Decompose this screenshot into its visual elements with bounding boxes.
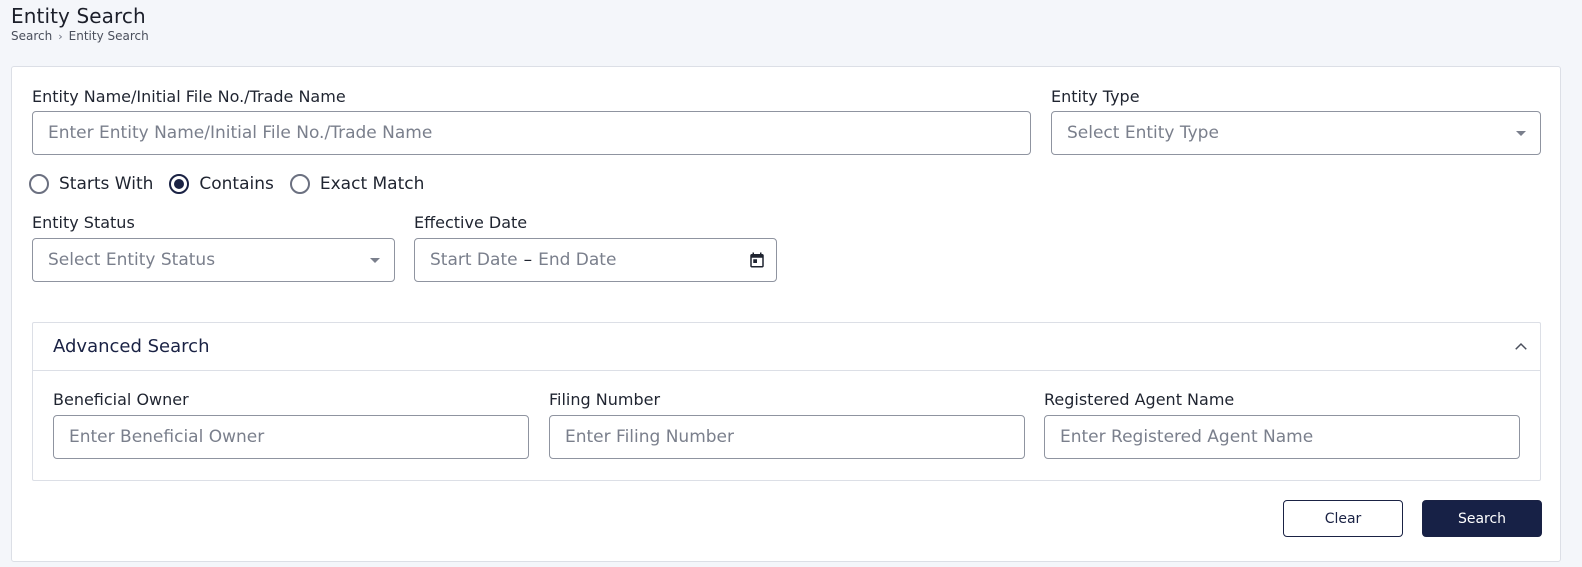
filing-number-label: Filing Number bbox=[549, 390, 661, 409]
page-title: Entity Search bbox=[11, 4, 146, 28]
entity-name-field[interactable] bbox=[32, 111, 1031, 155]
chevron-right-icon: › bbox=[58, 29, 63, 43]
entity-status-placeholder: Select Entity Status bbox=[48, 250, 216, 270]
radio-label: Contains bbox=[199, 174, 274, 194]
caret-down-icon bbox=[370, 258, 380, 263]
registered-agent-field[interactable] bbox=[1044, 415, 1520, 459]
entity-type-placeholder: Select Entity Type bbox=[1067, 123, 1219, 143]
registered-agent-input[interactable] bbox=[1060, 427, 1504, 447]
radio-label: Starts With bbox=[59, 174, 154, 194]
clear-button[interactable]: Clear bbox=[1283, 500, 1403, 537]
radio-label: Exact Match bbox=[319, 174, 425, 194]
breadcrumb-item-search[interactable]: Search bbox=[11, 29, 52, 43]
entity-type-select[interactable]: Select Entity Type bbox=[1051, 111, 1541, 155]
radio-contains[interactable]: Contains bbox=[169, 174, 274, 194]
calendar-icon[interactable] bbox=[748, 251, 766, 269]
advanced-search-header[interactable]: Advanced Search bbox=[33, 323, 1540, 371]
filing-number-field[interactable] bbox=[549, 415, 1025, 459]
breadcrumb: Search › Entity Search bbox=[11, 29, 149, 43]
entity-type-label: Entity Type bbox=[1051, 87, 1140, 106]
radio-circle-icon bbox=[289, 174, 310, 194]
chevron-up-icon[interactable] bbox=[1512, 338, 1530, 356]
breadcrumb-item-current: Entity Search bbox=[68, 29, 149, 43]
end-date-placeholder[interactable]: End Date bbox=[538, 250, 616, 270]
entity-name-label: Entity Name/Initial File No./Trade Name bbox=[32, 87, 346, 106]
beneficial-owner-label: Beneficial Owner bbox=[53, 390, 189, 409]
search-card: Entity Name/Initial File No./Trade Name … bbox=[11, 66, 1561, 562]
entity-status-label: Entity Status bbox=[32, 213, 135, 232]
date-separator: – bbox=[523, 250, 533, 270]
match-option-group: Starts With Contains Exact Match bbox=[29, 174, 440, 194]
advanced-search-title: Advanced Search bbox=[53, 336, 210, 357]
entity-status-select[interactable]: Select Entity Status bbox=[32, 238, 395, 282]
beneficial-owner-field[interactable] bbox=[53, 415, 529, 459]
radio-starts-with[interactable]: Starts With bbox=[29, 174, 153, 194]
radio-circle-icon bbox=[29, 174, 49, 194]
effective-date-label: Effective Date bbox=[414, 213, 528, 232]
advanced-search-panel: Advanced Search Beneficial Owner Filing … bbox=[32, 322, 1541, 481]
registered-agent-label: Registered Agent Name bbox=[1044, 390, 1235, 409]
effective-date-range[interactable]: Start Date – End Date bbox=[414, 238, 777, 282]
caret-down-icon bbox=[1516, 131, 1526, 136]
radio-circle-selected-icon bbox=[169, 174, 190, 194]
start-date-placeholder[interactable]: Start Date bbox=[430, 250, 518, 270]
beneficial-owner-input[interactable] bbox=[69, 427, 513, 447]
entity-name-input[interactable] bbox=[48, 123, 1015, 143]
radio-exact-match[interactable]: Exact Match bbox=[289, 174, 425, 194]
filing-number-input[interactable] bbox=[565, 427, 1009, 447]
search-button[interactable]: Search bbox=[1422, 500, 1542, 537]
